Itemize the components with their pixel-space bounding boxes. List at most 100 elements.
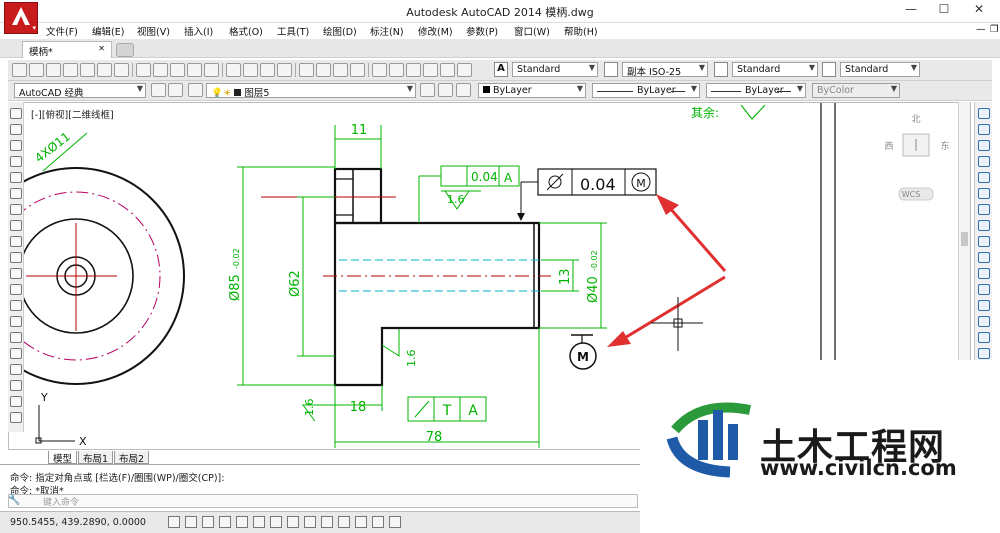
erase-icon[interactable] <box>978 108 990 119</box>
workspace-select[interactable]: AutoCAD 经典 ▼ <box>14 83 146 98</box>
redo-dd-icon[interactable] <box>277 63 292 77</box>
circle-icon[interactable] <box>10 204 22 215</box>
properties-icon[interactable] <box>372 63 387 77</box>
publish-icon[interactable] <box>97 63 112 77</box>
menu-window[interactable]: 窗口(W) <box>514 24 550 38</box>
workspace-settings-icon[interactable] <box>151 83 166 97</box>
tab-layout2[interactable]: 布局2 <box>114 451 150 465</box>
undo-dd-icon[interactable] <box>243 63 258 77</box>
layer-select[interactable]: 💡☀ 图层5 ▼ <box>206 83 416 98</box>
layer-manager-icon[interactable] <box>188 83 203 97</box>
autocad-logo-icon[interactable]: ▾ <box>4 2 38 34</box>
join-icon[interactable] <box>978 316 990 327</box>
object-snap-toggle[interactable] <box>253 516 265 528</box>
plot-icon[interactable] <box>63 63 78 77</box>
tab-layout1[interactable]: 布局1 <box>78 451 114 465</box>
scale-icon[interactable] <box>978 220 990 231</box>
zoom-realtime-icon[interactable] <box>316 63 331 77</box>
make-current-icon[interactable] <box>420 83 435 97</box>
dim-style-select[interactable]: 副本 ISO-25 ▼ <box>622 62 708 77</box>
revision-cloud-icon[interactable] <box>10 220 22 231</box>
dynamic-ucs-toggle[interactable] <box>304 516 316 528</box>
new-tab-button[interactable] <box>116 43 134 57</box>
polar-tracking-toggle[interactable] <box>236 516 248 528</box>
lineweight-select[interactable]: ByLayer ▼ <box>706 83 806 98</box>
sheet-set-icon[interactable] <box>423 63 438 77</box>
multileader-style-select[interactable]: Standard ▼ <box>840 62 920 77</box>
plotstyle-select[interactable]: ByColor ▼ <box>812 83 900 98</box>
menu-view[interactable]: 视图(V) <box>137 24 170 38</box>
trim-icon[interactable] <box>978 252 990 263</box>
tab-drawing[interactable]: 模柄* ✕ <box>22 41 112 58</box>
dynamic-input-toggle[interactable] <box>321 516 333 528</box>
offset-icon[interactable] <box>978 156 990 167</box>
add-selected-icon[interactable] <box>10 412 22 423</box>
table-style-select[interactable]: Standard ▼ <box>732 62 818 77</box>
workspace-gear-icon[interactable] <box>168 83 183 97</box>
grid-display-toggle[interactable] <box>202 516 214 528</box>
paste-icon[interactable] <box>170 63 185 77</box>
rotate-icon[interactable] <box>978 204 990 215</box>
move-icon[interactable] <box>978 188 990 199</box>
menu-tools[interactable]: 工具(T) <box>277 24 309 38</box>
pan-icon[interactable] <box>299 63 314 77</box>
viewport-label[interactable]: [-][俯视][二维线框] <box>31 107 114 121</box>
tab-model[interactable]: 模型 <box>48 451 78 465</box>
layer-match-icon[interactable] <box>456 83 471 97</box>
menu-insert[interactable]: 插入(I) <box>184 24 213 38</box>
insert-block-icon[interactable] <box>10 284 22 295</box>
copy-object-icon[interactable] <box>978 124 990 135</box>
extend-icon[interactable] <box>978 268 990 279</box>
match-prop-icon[interactable] <box>187 63 202 77</box>
3d-object-snap-toggle[interactable] <box>270 516 282 528</box>
markup-icon[interactable] <box>440 63 455 77</box>
transparency-toggle[interactable] <box>355 516 367 528</box>
scroll-thumb[interactable] <box>961 232 968 246</box>
menu-parametric[interactable]: 参数(P) <box>466 24 498 38</box>
object-snap-tracking-toggle[interactable] <box>287 516 299 528</box>
chamfer-icon[interactable] <box>978 332 990 343</box>
open-icon[interactable] <box>29 63 44 77</box>
menu-format[interactable]: 格式(O) <box>229 24 263 38</box>
ellipse-arc-icon[interactable] <box>10 268 22 279</box>
menu-modify[interactable]: 修改(M) <box>418 24 453 38</box>
multiline-text-icon[interactable] <box>10 396 22 407</box>
doc-restore-icon[interactable]: ❐ <box>990 24 999 35</box>
close-button[interactable]: ✕ <box>965 2 993 20</box>
gradient-icon[interactable] <box>10 348 22 359</box>
polygon-icon[interactable] <box>10 156 22 167</box>
mirror-icon[interactable] <box>978 140 990 151</box>
copy-icon[interactable] <box>153 63 168 77</box>
arc-icon[interactable] <box>10 188 22 199</box>
block-editor-icon[interactable] <box>204 63 219 77</box>
snap-mode-toggle[interactable] <box>185 516 197 528</box>
preview-icon[interactable] <box>80 63 95 77</box>
text-style-icon[interactable]: A <box>494 62 508 77</box>
region-icon[interactable] <box>10 364 22 375</box>
make-block-icon[interactable] <box>10 300 22 311</box>
break-icon[interactable] <box>978 300 990 311</box>
menu-edit[interactable]: 编辑(E) <box>92 24 124 38</box>
ellipse-icon[interactable] <box>10 252 22 263</box>
design-center-icon[interactable] <box>389 63 404 77</box>
zoom-window-icon[interactable] <box>333 63 348 77</box>
spline-icon[interactable] <box>10 236 22 247</box>
polyline-icon[interactable] <box>10 140 22 151</box>
text-style-select[interactable]: Standard ▼ <box>512 62 598 77</box>
multileader-style-icon[interactable] <box>822 62 836 77</box>
dim-style-icon[interactable] <box>604 62 618 77</box>
point-icon[interactable] <box>10 316 22 327</box>
maximize-button[interactable]: ☐ <box>930 2 958 20</box>
zoom-previous-icon[interactable] <box>350 63 365 77</box>
command-input[interactable]: 键入命令 <box>8 494 638 508</box>
cut-icon[interactable] <box>136 63 151 77</box>
color-select[interactable]: ByLayer ▼ <box>478 83 586 98</box>
hatch-icon[interactable] <box>10 332 22 343</box>
new-icon[interactable] <box>12 63 27 77</box>
linetype-select[interactable]: ByLayer ▼ <box>592 83 700 98</box>
minimize-button[interactable]: — <box>897 2 925 20</box>
3d-print-icon[interactable] <box>114 63 129 77</box>
menu-file[interactable]: 文件(F) <box>46 24 78 38</box>
ortho-mode-toggle[interactable] <box>219 516 231 528</box>
save-icon[interactable] <box>46 63 61 77</box>
